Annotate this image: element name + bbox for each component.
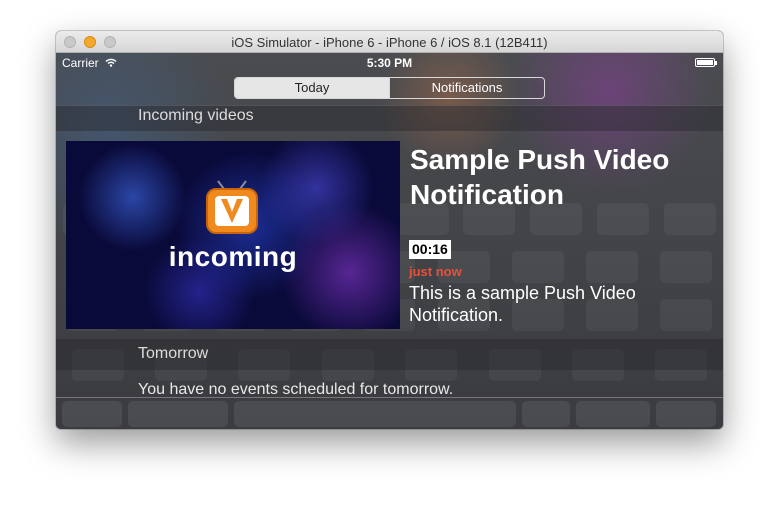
section-header-tomorrow: Tomorrow [56, 339, 723, 370]
section-header-incoming-videos: Incoming videos [56, 105, 723, 131]
video-timestamp: just now [409, 264, 462, 279]
video-duration-badge: 00:16 [409, 240, 451, 259]
simulator-window: iOS Simulator - iPhone 6 - iPhone 6 / iO… [56, 31, 723, 429]
tv-logo-icon [206, 180, 258, 234]
status-bar: Carrier 5:30 PM [56, 53, 723, 73]
video-notification-body: This is a sample Push Video Notification… [409, 283, 636, 325]
status-time: 5:30 PM [366, 56, 413, 70]
section-header-label: Incoming videos [138, 107, 254, 124]
today-notifications-segmented-control: Today Notifications [234, 77, 545, 99]
video-notification-title[interactable]: Sample Push Video Notification [410, 142, 710, 212]
tab-today[interactable]: Today [235, 78, 389, 98]
section-header-label: Tomorrow [138, 345, 209, 362]
window-titlebar: iOS Simulator - iPhone 6 - iPhone 6 / iO… [56, 31, 723, 53]
thumbnail-incoming-text: incoming [168, 241, 298, 272]
video-thumbnail[interactable]: incoming [66, 141, 400, 329]
phone-screen: Carrier 5:30 PM Today Notifications Inco… [56, 53, 723, 429]
tab-notifications[interactable]: Notifications [389, 78, 544, 98]
window-title: iOS Simulator - iPhone 6 - iPhone 6 / iO… [231, 35, 548, 50]
battery-icon [695, 58, 717, 67]
background-keyboard-bottom-row [56, 398, 723, 429]
